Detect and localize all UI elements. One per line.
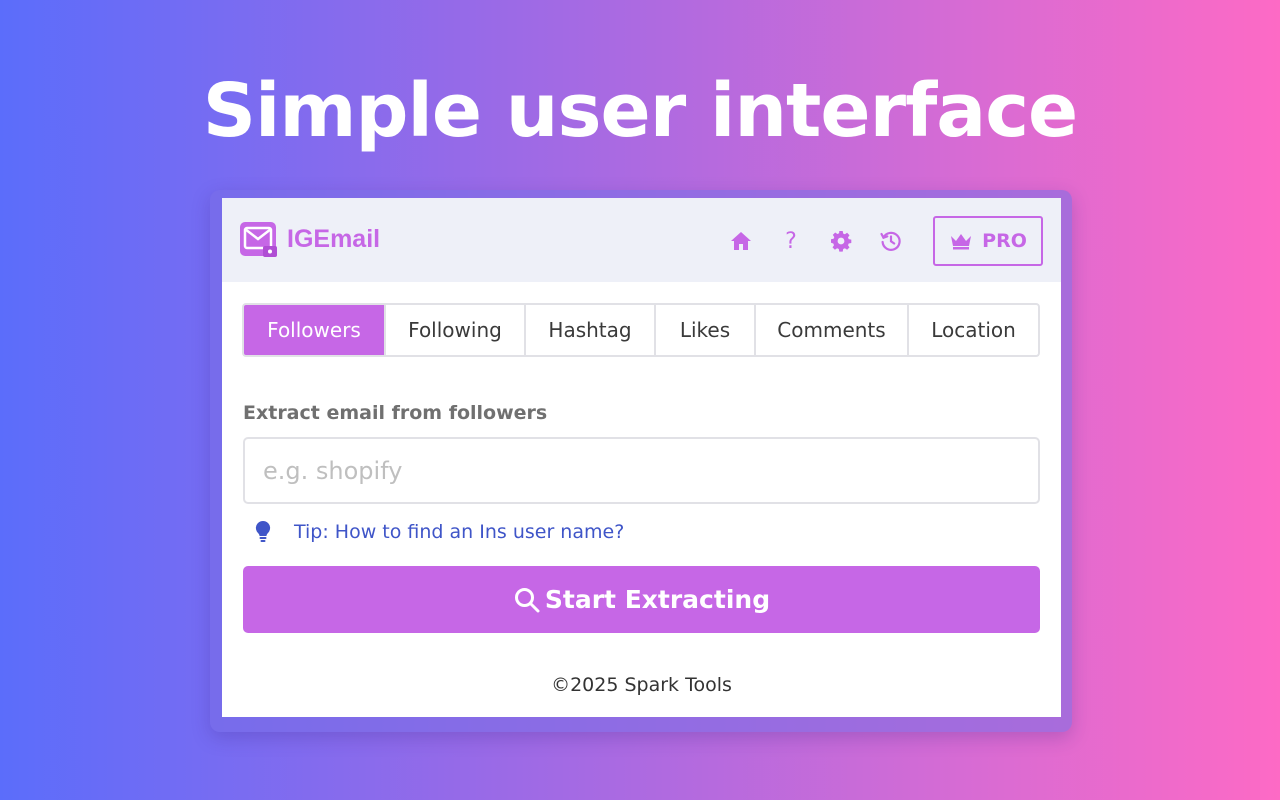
tab-comments[interactable]: Comments	[756, 305, 909, 355]
history-icon[interactable]	[874, 226, 908, 256]
pro-label: PRO	[982, 230, 1027, 252]
tab-location[interactable]: Location	[909, 305, 1038, 355]
lightbulb-icon	[255, 520, 271, 542]
header-icons: ?	[724, 226, 924, 256]
extension-popup: IGEmail ? PRO Followers Following Hashta…	[222, 198, 1061, 717]
tip-link[interactable]: Tip: How to find an Ins user name?	[294, 521, 624, 543]
mail-logo-icon	[240, 222, 277, 257]
start-extracting-button[interactable]: Start Extracting	[243, 566, 1040, 633]
help-icon[interactable]: ?	[774, 226, 808, 256]
start-extracting-label: Start Extracting	[544, 585, 771, 614]
source-tabs: Followers Following Hashtag Likes Commen…	[242, 303, 1040, 357]
gear-icon[interactable]	[824, 226, 858, 256]
tip-row: Tip: How to find an Ins user name?	[254, 520, 624, 544]
search-icon	[514, 587, 540, 612]
app-name: IGEmail	[287, 224, 381, 253]
footer-copyright: ©2025 Spark Tools	[551, 674, 732, 696]
popup-header: IGEmail ? PRO	[222, 198, 1061, 282]
tab-hashtag[interactable]: Hashtag	[526, 305, 656, 355]
hero-title: Simple user interface	[202, 68, 1079, 154]
app-logo: IGEmail	[238, 218, 380, 260]
home-icon[interactable]	[724, 226, 758, 256]
pro-button[interactable]: PRO	[933, 216, 1043, 266]
tab-likes[interactable]: Likes	[656, 305, 756, 355]
tab-followers[interactable]: Followers	[244, 305, 386, 355]
help-glyph: ?	[785, 228, 797, 254]
username-field-label: Extract email from followers	[243, 402, 548, 424]
tab-following[interactable]: Following	[386, 305, 526, 355]
crown-icon	[951, 234, 972, 250]
username-input[interactable]	[243, 437, 1040, 504]
